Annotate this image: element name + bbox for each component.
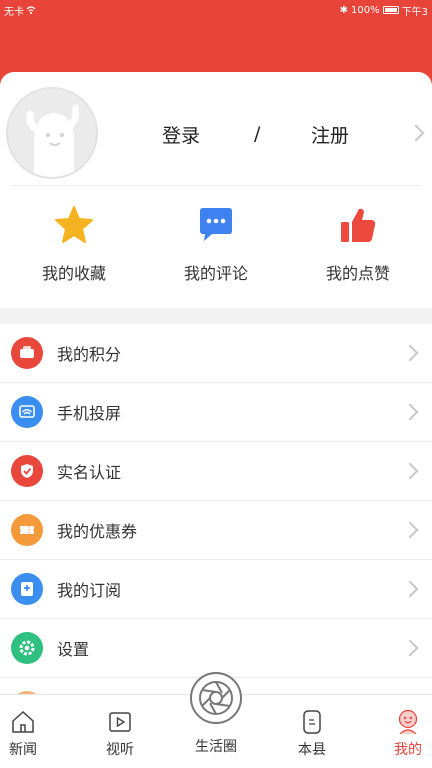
chevron-right-icon [401,462,419,480]
chevron-right-icon [401,403,419,421]
menu-item-settings-label: 设置 [57,640,90,659]
quick-likes-label: 我的点赞 [325,264,390,283]
county-icon [299,709,325,735]
menu-item-verify[interactable]: 实名认证 [0,442,432,501]
chevron-right-icon [401,521,419,539]
tab-life-circle-button[interactable] [190,672,242,724]
battery-percent: 100% [351,4,380,16]
profile-card: 登录 / 注册 我的收藏 我的评论 我的点赞 [0,72,432,308]
chevron-right-icon [401,344,419,362]
menu-item-coupons[interactable]: 我的优惠券 [0,501,432,560]
menu-item-subscriptions-label: 我的订阅 [57,581,122,600]
status-left: 无卡 [4,3,36,18]
profile-icon [395,709,421,735]
login-register-row: 登录 / 注册 [110,114,432,154]
menu-list: 我的积分 手机投屏 实名认证 我的优惠券 我的订阅 设置 [0,324,432,694]
menu-item-settings[interactable]: 设置 [0,619,432,678]
default-avatar-icon [8,89,96,177]
quick-comments[interactable]: 我的评论 [144,204,288,284]
tab-county[interactable]: 本县 [269,695,355,768]
tab-media-label: 视听 [106,742,134,758]
card-divider [10,185,422,186]
menu-item-points-label: 我的积分 [57,345,122,364]
carrier-text: 无卡 [4,6,24,18]
tab-county-label: 本县 [298,742,326,758]
thumbs-up-icon [336,204,380,246]
menu-item-coupons-label: 我的优惠券 [57,522,138,541]
menu-item-verify-label: 实名认证 [57,463,122,482]
clock-text: 下午3 [401,6,428,18]
tab-media[interactable]: 视听 [77,695,163,768]
aperture-icon [199,681,233,715]
login-link[interactable]: 登录 [162,121,200,148]
quick-comments-label: 我的评论 [183,264,248,283]
points-icon [11,337,43,369]
video-play-icon [107,709,133,735]
avatar[interactable] [6,87,98,179]
menu-item-cast-label: 手机投屏 [57,404,122,423]
home-icon [10,709,36,735]
tab-news-label: 新闻 [9,742,37,758]
cast-screen-icon [11,396,43,428]
star-icon [52,204,96,246]
chevron-right-icon [401,639,419,657]
login-separator: / [254,123,261,145]
tab-news[interactable]: 新闻 [0,695,66,768]
chevron-right-icon [401,580,419,598]
menu-item-points[interactable]: 我的积分 [0,324,432,383]
bluetooth-icon: ✱ [339,4,349,16]
status-right: ✱ 100% 下午3 [340,3,428,18]
quick-favorites[interactable]: 我的收藏 [2,204,146,284]
register-link[interactable]: 注册 [311,121,349,148]
quick-favorites-label: 我的收藏 [41,264,106,283]
menu-item-cast[interactable]: 手机投屏 [0,383,432,442]
tab-life-circle-label[interactable]: 生活圈 [172,736,260,756]
status-bar: 无卡 ✱ 100% 下午3 [0,0,432,20]
coupon-icon [11,514,43,546]
verify-icon [11,455,43,487]
comment-icon [194,204,238,246]
settings-icon [11,632,43,664]
tab-mine[interactable]: 我的 [365,695,432,768]
menu-item-subscriptions[interactable]: 我的订阅 [0,560,432,619]
tab-mine-label: 我的 [394,742,422,758]
quick-likes[interactable]: 我的点赞 [286,204,430,284]
wifi-icon [26,6,36,14]
subscribe-icon [11,573,43,605]
battery-icon [382,6,399,14]
